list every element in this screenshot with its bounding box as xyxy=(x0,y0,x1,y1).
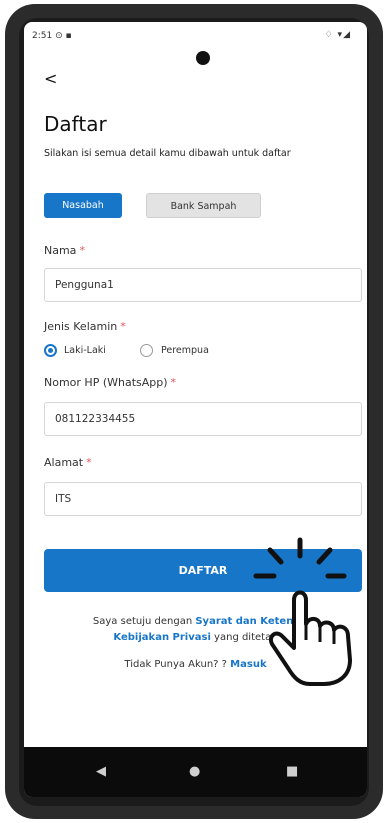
phone-label: Nomor HP (WhatsApp) * xyxy=(44,376,176,389)
login-prompt-text: Tidak Punya Akun? ? xyxy=(124,659,231,670)
status-time: 2:51 ⊙ ▪ xyxy=(32,31,72,41)
tab-nasabah[interactable]: Nasabah xyxy=(44,193,122,218)
status-notification-icons: ⊙ ▪ xyxy=(55,31,72,41)
nav-recents-icon[interactable]: ■ xyxy=(286,764,298,780)
phone-label-text: Nomor HP (WhatsApp) xyxy=(44,376,168,389)
status-bar: 2:51 ⊙ ▪ ♢ ▾◢ xyxy=(24,22,367,50)
status-signal-icons: ♢ ▾◢ xyxy=(324,30,351,40)
name-label-text: Nama xyxy=(44,244,77,257)
radio-laki-laki-label[interactable]: Laki-Laki xyxy=(64,344,106,357)
tab-bank-sampah[interactable]: Bank Sampah xyxy=(146,193,261,218)
name-field[interactable]: Pengguna1 xyxy=(44,268,362,302)
required-mark: * xyxy=(120,320,126,333)
required-mark: * xyxy=(86,456,92,469)
required-mark: * xyxy=(79,244,85,257)
radio-laki-laki[interactable] xyxy=(44,344,57,357)
radio-perempuan-label[interactable]: Perempua xyxy=(161,344,209,357)
system-nav-bar: ◀ ● ■ xyxy=(24,747,367,797)
front-camera xyxy=(196,51,210,65)
required-mark: * xyxy=(170,376,177,389)
nav-home-icon[interactable]: ● xyxy=(189,764,200,780)
address-label-text: Alamat xyxy=(44,456,84,469)
status-time-text: 2:51 xyxy=(32,31,53,41)
phone-field[interactable]: 081122334455 xyxy=(44,402,362,436)
gender-label-text: Jenis Kelamin xyxy=(44,320,118,333)
tap-hand-icon xyxy=(253,537,352,686)
radio-perempuan[interactable] xyxy=(140,344,153,357)
agreement-prefix: Saya setuju dengan xyxy=(92,616,196,627)
page-subtitle: Silakan isi semua detail kamu dibawah un… xyxy=(44,148,291,159)
address-label: Alamat * xyxy=(44,456,92,469)
page-title: Daftar xyxy=(44,112,107,136)
nav-back-icon[interactable]: ◀ xyxy=(96,764,106,780)
gender-label: Jenis Kelamin * xyxy=(44,320,126,333)
back-button[interactable]: < xyxy=(44,69,57,88)
name-label: Nama * xyxy=(44,244,85,257)
address-field[interactable]: ITS xyxy=(44,482,362,516)
privacy-policy-link[interactable]: Kebijakan Privasi xyxy=(113,632,210,643)
